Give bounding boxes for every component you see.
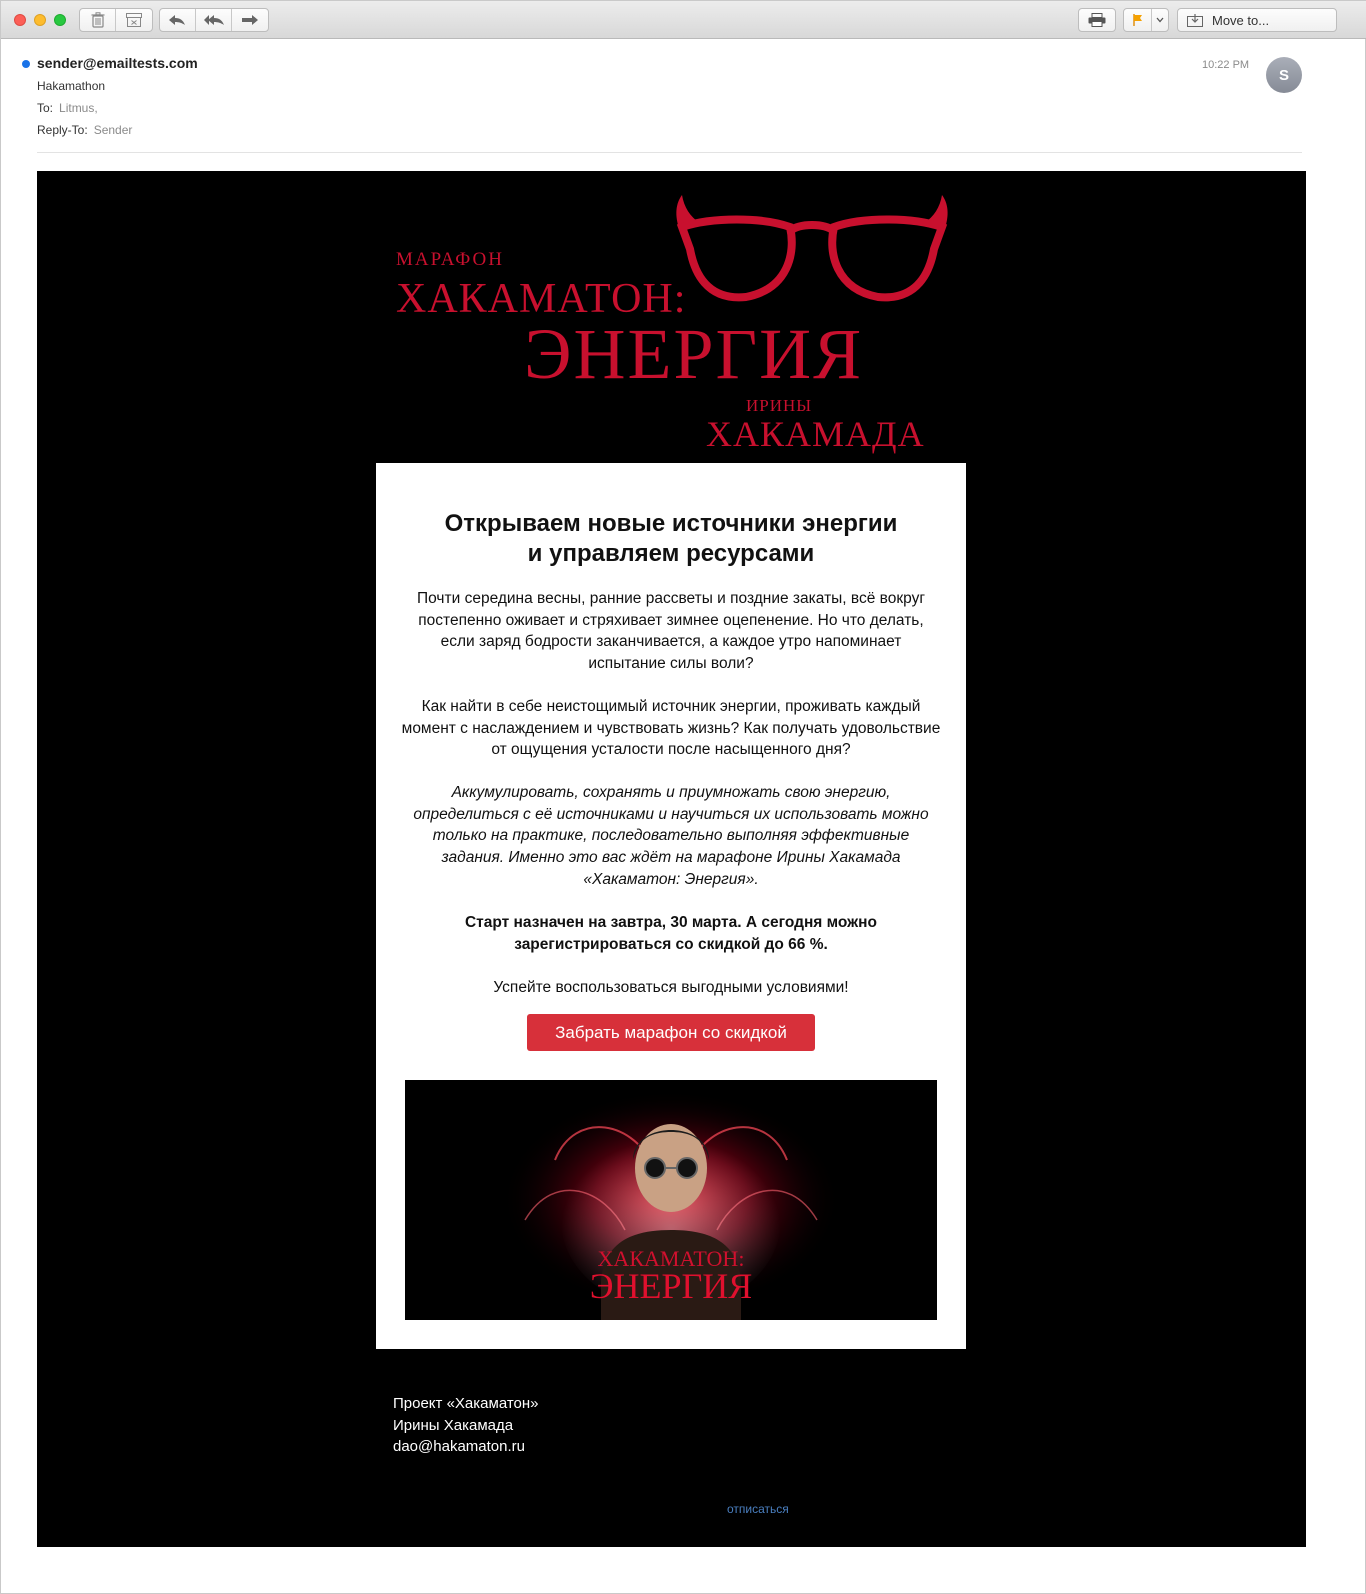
avatar: S <box>1266 57 1302 93</box>
sender-address[interactable]: sender@emailtests.com <box>37 55 198 71</box>
flag-icon <box>1132 14 1142 26</box>
to-line: To: Litmus, <box>37 101 98 115</box>
flag-button[interactable] <box>1124 9 1152 31</box>
heading-line-2: и управляем ресурсами <box>527 540 815 567</box>
content-card: Открываем новые источники энергии и упра… <box>376 463 966 1349</box>
to-recipient[interactable]: Litmus, <box>59 101 98 115</box>
header-divider <box>37 152 1302 153</box>
toolbar: Move to... <box>1 1 1366 39</box>
reply-to-recipient[interactable]: Sender <box>94 123 133 137</box>
logo-energy-title: ЭНЕРГИЯ <box>524 314 864 394</box>
reply-button[interactable] <box>160 9 196 31</box>
move-to-button[interactable]: Move to... <box>1177 8 1337 32</box>
unread-indicator <box>22 60 30 68</box>
delete-archive-group <box>79 8 153 32</box>
printer-icon <box>1088 13 1106 27</box>
forward-icon <box>242 15 259 25</box>
email-body: МАРАФОН ХАКАМАТОН: ЭНЕРГИЯ ИРИНЫ ХАКАМАД… <box>37 171 1306 1547</box>
banner-title-line-2: ЭНЕРГИЯ <box>590 1266 753 1306</box>
banner-graphic: ХАКАМАТОН: ЭНЕРГИЯ <box>405 1080 937 1320</box>
footer-project-line: Проект «Хакаматон» <box>393 1395 539 1412</box>
archive-button[interactable] <box>116 9 152 31</box>
reply-all-button[interactable] <box>196 9 233 31</box>
heading-line-1: Открываем новые источники энергии <box>444 510 898 537</box>
to-label: To: <box>37 101 54 115</box>
trash-icon <box>91 12 104 28</box>
zoom-window-button[interactable] <box>54 14 66 26</box>
mail-window: Move to... sender@emailtests.com Hakamat… <box>0 0 1366 1594</box>
archive-icon <box>126 13 142 27</box>
reply-to-line: Reply-To: Sender <box>37 123 132 137</box>
footer-contacts: Проект «Хакаматон» Ирины Хакамада dao@ha… <box>393 1393 539 1458</box>
paragraph-start-date: Старт назначен на завтра, 30 марта. А се… <box>464 914 878 953</box>
logo-hakamada-label: ХАКАМАДА <box>706 414 925 454</box>
email-heading: Открываем новые источники энергии и упра… <box>396 509 946 569</box>
red-glasses-icon <box>676 195 948 302</box>
marathon-banner-image[interactable]: ХАКАМАТОН: ЭНЕРГИЯ <box>405 1080 937 1320</box>
reply-group <box>159 8 269 32</box>
move-to-folder-icon <box>1178 13 1212 27</box>
received-time: 10:22 PM <box>1202 59 1250 71</box>
delete-button[interactable] <box>80 9 116 31</box>
reply-all-icon <box>203 15 224 25</box>
print-button[interactable] <box>1079 9 1115 31</box>
reply-icon <box>169 15 186 25</box>
paragraph-questions: Как найти в себе неистощимый источник эн… <box>401 698 941 759</box>
move-to-label: Move to... <box>1212 12 1270 28</box>
message-header: sender@emailtests.com Hakamathon To: Litm… <box>1 39 1366 159</box>
subject-line: Hakamathon <box>37 79 106 93</box>
close-window-button[interactable] <box>14 14 26 26</box>
minimize-window-button[interactable] <box>34 14 46 26</box>
reply-to-label: Reply-To: <box>37 123 88 137</box>
footer-email-link[interactable]: dao@hakamaton.ru <box>393 1436 539 1458</box>
flag-group <box>1123 8 1169 32</box>
discount-cta-button[interactable]: Забрать марафон со скидкой <box>527 1014 815 1051</box>
logo-marathon-label: МАРАФОН <box>396 249 504 270</box>
forward-button[interactable] <box>232 9 268 31</box>
hakamaton-logo: МАРАФОН ХАКАМАТОН: ЭНЕРГИЯ ИРИНЫ ХАКАМАД… <box>396 193 956 458</box>
print-group <box>1078 8 1116 32</box>
unsubscribe-link[interactable]: отписаться <box>727 1502 789 1516</box>
paragraph-call: Успейте воспользоваться выгодными услови… <box>493 979 849 996</box>
flag-menu-button[interactable] <box>1152 9 1168 31</box>
paragraph-intro: Почти середина весны, ранние рассветы и … <box>417 590 925 673</box>
footer-name-line: Ирины Хакамада <box>393 1416 514 1434</box>
paragraph-italic: Аккумулировать, сохранять и приумножать … <box>413 784 929 888</box>
chevron-down-icon <box>1156 17 1164 23</box>
